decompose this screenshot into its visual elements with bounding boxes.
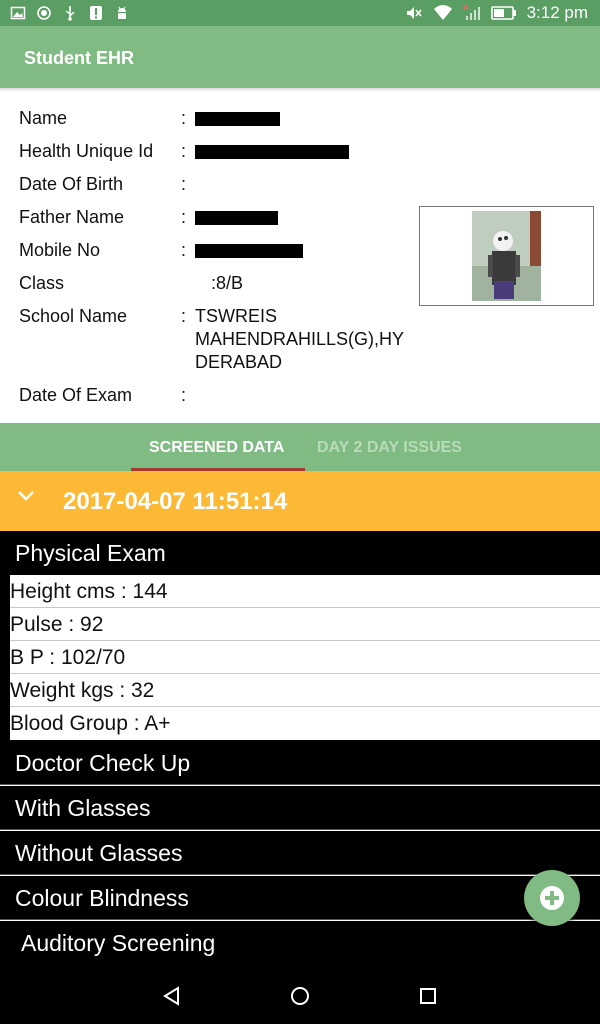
profile-label-dob: Date Of Birth — [19, 174, 124, 194]
app-bar: Student EHR — [0, 26, 600, 88]
exam-row-height: Height cms : 144 — [10, 575, 600, 608]
recents-icon[interactable] — [418, 986, 438, 1006]
system-nav-bar — [0, 966, 600, 1024]
profile-label-father: Father Name — [19, 207, 125, 227]
exam-row-blood-group: Blood Group : A+ — [10, 712, 171, 735]
target-icon — [37, 6, 51, 20]
back-icon[interactable] — [162, 986, 182, 1006]
profile-value-school-line1: TSWREIS — [195, 306, 278, 326]
status-right-icons: 3:12 pm — [405, 3, 588, 23]
add-circle-icon — [540, 886, 564, 910]
section-with-glasses[interactable]: With Glasses — [0, 786, 600, 830]
chevron-down-icon[interactable] — [15, 484, 37, 506]
status-time: 3:12 pm — [526, 3, 588, 22]
tab-day-2-day-issues[interactable]: DAY 2 DAY ISSUES — [317, 439, 462, 457]
profile-label-school: School Name — [19, 306, 128, 326]
redacted-father-name — [195, 211, 278, 225]
profile-label-name: Name — [19, 108, 68, 128]
status-bar: 3:12 pm — [0, 0, 600, 26]
mute-icon — [406, 7, 422, 19]
section-doctor-check-up[interactable]: Doctor Check Up — [0, 741, 600, 785]
section-physical-exam[interactable]: Physical Exam — [0, 531, 600, 575]
no-signal-icon — [463, 4, 480, 20]
usb-icon — [65, 6, 75, 21]
record-datetime: 2017-04-07 11:51:14 — [63, 488, 288, 515]
physical-exam-list: Height cms : 144 Pulse : 92 B P : 102/70… — [10, 575, 600, 740]
image-icon — [10, 6, 26, 20]
battery-icon — [490, 6, 516, 20]
tab-bar: SCREENED DATA DAY 2 DAY ISSUES — [0, 423, 600, 471]
profile-colon: : — [181, 108, 187, 128]
record-date-header[interactable]: 2017-04-07 11:51:14 — [0, 471, 600, 531]
redacted-mobile — [195, 244, 303, 258]
exam-row-bp: B P : 102/70 — [10, 641, 600, 674]
profile-colon: : — [181, 174, 187, 194]
add-fab-button[interactable] — [524, 870, 580, 926]
profile-value-class: :8/B — [211, 273, 244, 293]
section-without-glasses[interactable]: Without Glasses — [0, 831, 600, 875]
home-icon[interactable] — [290, 986, 310, 1006]
wifi-icon — [433, 5, 452, 20]
profile-label-health-id: Health Unique Id — [19, 141, 154, 161]
profile-colon: : — [181, 385, 187, 405]
profile-colon: : — [181, 240, 187, 260]
student-photo — [472, 211, 541, 301]
exam-row-pulse: Pulse : 92 — [10, 608, 600, 641]
app-title: Student EHR — [24, 48, 134, 68]
profile-label-class: Class — [19, 273, 65, 293]
profile-colon: : — [181, 306, 187, 326]
profile-value-school-line3: DERABAD — [195, 352, 283, 372]
profile-colon: : — [181, 141, 187, 161]
section-colour-blindness[interactable]: Colour Blindness — [0, 876, 600, 920]
redacted-name — [195, 112, 280, 126]
notification-icon — [90, 6, 102, 20]
android-icon — [118, 6, 126, 19]
tab-screened-data[interactable]: SCREENED DATA — [149, 439, 284, 457]
exam-row-weight: Weight kgs : 32 — [10, 674, 600, 707]
profile-label-exam-date: Date Of Exam — [19, 385, 133, 405]
redacted-health-id — [195, 145, 349, 159]
app-bar-shadow — [0, 88, 600, 92]
section-auditory-screening[interactable]: Auditory Screening — [0, 921, 600, 966]
profile-colon: : — [181, 207, 187, 227]
status-left-icons — [10, 5, 130, 21]
physical-exam-details: Height cms : 144 Pulse : 92 B P : 102/70… — [0, 575, 600, 741]
student-photo-frame — [419, 206, 594, 306]
profile-label-mobile: Mobile No — [19, 240, 101, 260]
profile-value-school-line2: MAHENDRAHILLS(G),HY — [195, 329, 405, 349]
